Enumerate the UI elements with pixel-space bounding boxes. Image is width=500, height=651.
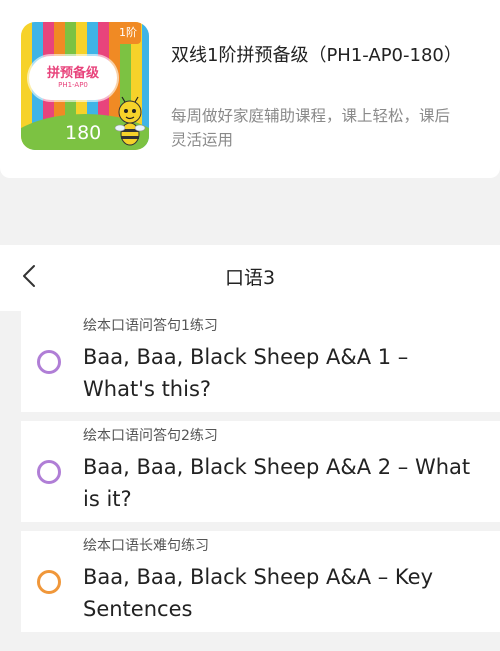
section-title: 口语3 xyxy=(224,267,276,289)
level-badge: 1阶 xyxy=(115,22,141,44)
item-title: Baa, Baa, Black Sheep A&A 2 – What is it… xyxy=(83,455,471,511)
list-item[interactable]: 绘本口语长难句练习 Baa, Baa, Black Sheep A&A – Ke… xyxy=(21,531,500,632)
thumbnail-cloud: 拼预备级 PH1-AP0 xyxy=(29,56,117,100)
item-subtitle: 绘本口语长难句练习 xyxy=(83,538,209,554)
exercise-list: 绘本口语问答句1练习 Baa, Baa, Black Sheep A&A 1 –… xyxy=(0,311,500,651)
bee-icon xyxy=(114,96,146,146)
course-thumbnail: 1阶 拼预备级 PH1-AP0 180 xyxy=(21,22,149,150)
course-title: 双线1阶拼预备级（PH1-AP0-180） xyxy=(171,45,462,66)
thumbnail-number: 180 xyxy=(65,122,102,144)
list-item[interactable]: 绘本口语问答句1练习 Baa, Baa, Black Sheep A&A 1 –… xyxy=(21,311,500,412)
course-card[interactable]: 1阶 拼预备级 PH1-AP0 180 双线1阶拼预备级（PH1-AP0-180… xyxy=(0,0,500,178)
thumbnail-subtitle: PH1-AP0 xyxy=(58,81,88,89)
status-circle-icon xyxy=(37,350,61,374)
list-item[interactable]: 绘本口语问答句2练习 Baa, Baa, Black Sheep A&A 2 –… xyxy=(21,421,500,522)
item-title: Baa, Baa, Black Sheep A&A – Key Sentence… xyxy=(83,565,433,621)
item-subtitle: 绘本口语问答句1练习 xyxy=(83,318,218,334)
item-subtitle: 绘本口语问答句2练习 xyxy=(83,428,218,444)
section-panel: 口语3 绘本口语问答句1练习 Baa, Baa, Black Sheep A&A… xyxy=(0,245,500,651)
course-description: 每周做好家庭辅助课程，课上轻松，课后灵活运用 xyxy=(171,107,451,149)
status-circle-icon xyxy=(37,460,61,484)
thumbnail-title: 拼预备级 xyxy=(46,66,99,81)
item-title: Baa, Baa, Black Sheep A&A 1 – What's thi… xyxy=(83,345,409,401)
status-circle-icon xyxy=(37,570,61,594)
